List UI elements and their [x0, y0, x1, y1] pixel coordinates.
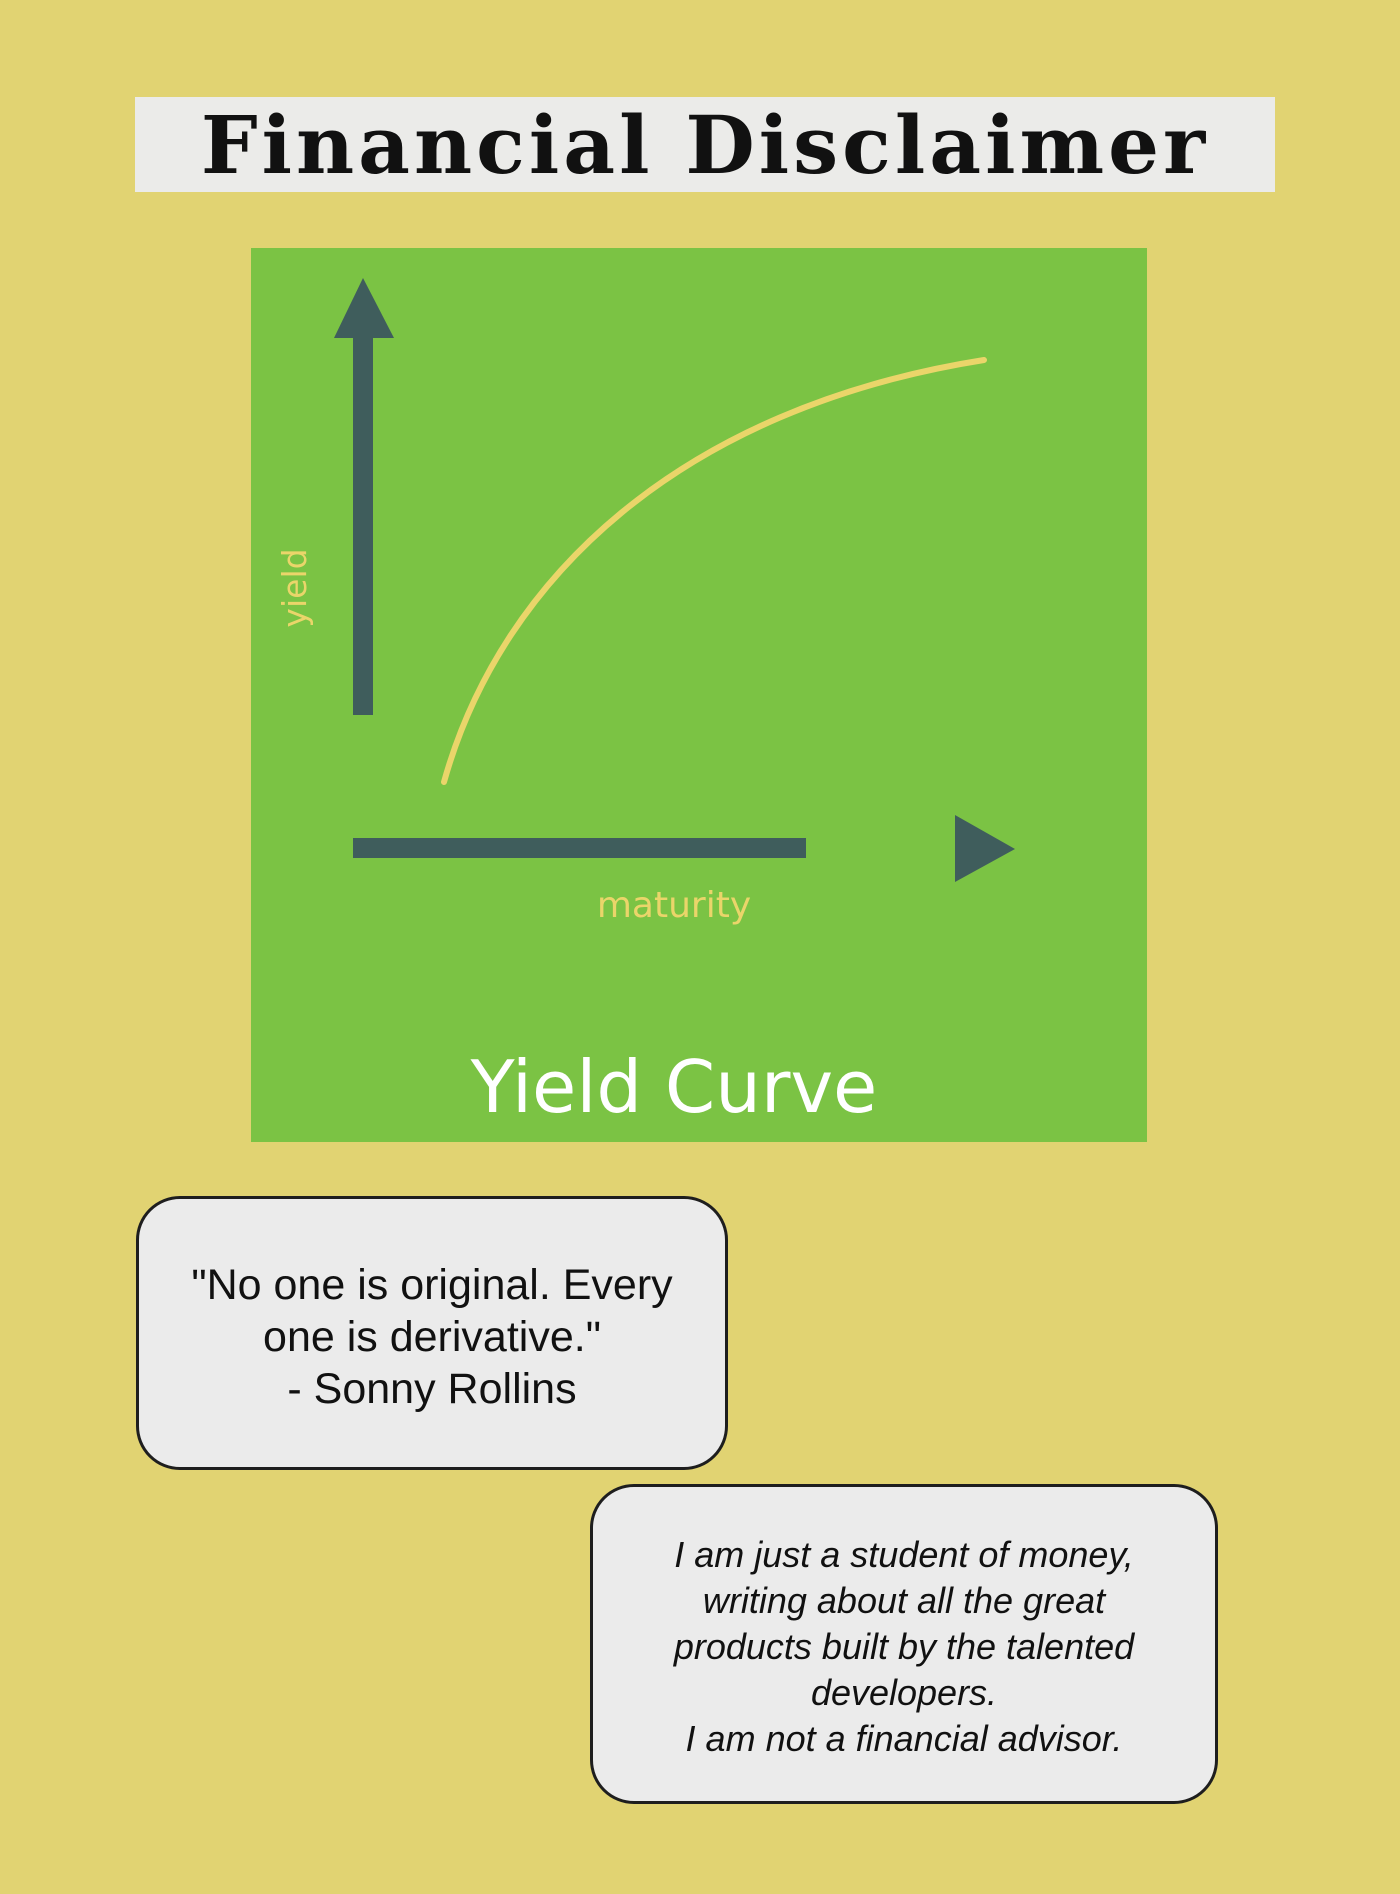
- y-axis-arrowhead: [334, 278, 394, 338]
- disclaimer-line: I am just a student of money,: [674, 1534, 1134, 1575]
- yield-curve-svg: yield maturity Yield Curve: [275, 278, 1015, 1129]
- title-banner: Financial Disclaimer: [135, 97, 1275, 192]
- quote-line: one is derivative.": [263, 1313, 601, 1361]
- y-axis-line: [353, 336, 373, 715]
- quote-attribution: - Sonny Rollins: [287, 1365, 577, 1413]
- disclaimer-line: writing about all the great: [702, 1580, 1106, 1621]
- disclaimer-line: products built by the talented: [673, 1626, 1135, 1667]
- x-axis-label: maturity: [597, 885, 751, 926]
- y-axis-label: yield: [275, 548, 314, 627]
- quote-line: "No one is original. Every: [191, 1261, 673, 1309]
- chart-title: Yield Curve: [470, 1045, 878, 1129]
- x-axis-arrowhead: [955, 815, 1015, 882]
- x-axis-line: [353, 838, 806, 858]
- disclaimer-line: I am not a financial advisor.: [685, 1718, 1123, 1759]
- quote-bubble: "No one is original. Every one is deriva…: [136, 1196, 728, 1470]
- disclaimer-line: developers.: [810, 1672, 998, 1713]
- disclaimer-bubble: I am just a student of money, writing ab…: [590, 1484, 1218, 1804]
- yield-curve-line: [441, 357, 987, 785]
- page-title: Financial Disclaimer: [200, 97, 1210, 192]
- yield-curve-chart: yield maturity Yield Curve: [251, 248, 1147, 1142]
